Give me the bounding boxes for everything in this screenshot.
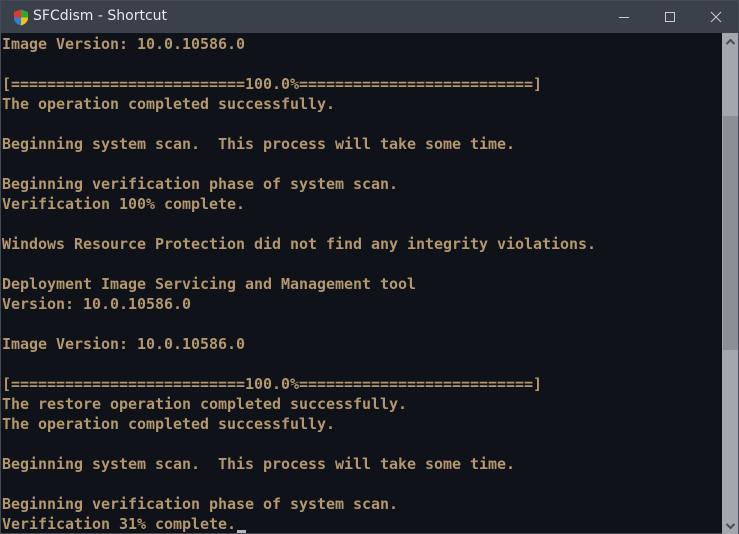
console-line: Image Version: 10.0.10586.0 [2, 35, 246, 53]
console-line: [==========================100.0%=======… [2, 375, 543, 393]
console-line: Verification 100% complete. [2, 195, 246, 213]
minimize-icon [619, 17, 629, 18]
console-line: Deployment Image Servicing and Managemen… [2, 275, 417, 293]
windows-shield-icon [14, 9, 28, 26]
console-line: Verification 31% complete. [2, 514, 721, 534]
title-bar[interactable]: SFCdism - Shortcut [1, 1, 738, 33]
console-line: Beginning verification phase of system s… [2, 175, 399, 193]
close-icon [710, 11, 722, 23]
console-line: Windows Resource Protection did not find… [2, 235, 597, 253]
vertical-scrollbar[interactable] [722, 33, 738, 534]
console-line: [==========================100.0%=======… [2, 75, 543, 93]
maximize-button[interactable] [647, 1, 693, 33]
console-line: Image Version: 10.0.10586.0 [2, 335, 246, 353]
console-line: Beginning system scan. This process will… [2, 135, 516, 153]
scroll-up-button[interactable] [722, 33, 738, 50]
scroll-down-button[interactable] [722, 517, 738, 534]
window-title: SFCdism - Shortcut [33, 8, 168, 24]
chevron-up-icon [725, 38, 735, 45]
console-line: Version: 10.0.10586.0 [2, 295, 192, 313]
console-line: The operation completed successfully. [2, 415, 336, 433]
console-line: Beginning system scan. This process will… [2, 455, 516, 473]
maximize-icon [665, 12, 675, 22]
minimize-button[interactable] [601, 1, 647, 33]
console-line: The operation completed successfully. [2, 95, 336, 113]
console-output[interactable]: Image Version: 10.0.10586.0 [============… [2, 34, 721, 534]
console-window: SFCdism - Shortcut Image Version: 10.0.1… [0, 0, 739, 534]
console-line: The restore operation completed successf… [2, 395, 408, 413]
console-line: Beginning verification phase of system s… [2, 495, 399, 513]
scrollbar-thumb[interactable] [723, 116, 738, 350]
text-cursor [237, 530, 247, 533]
chevron-down-icon [725, 522, 735, 529]
close-button[interactable] [693, 1, 739, 33]
